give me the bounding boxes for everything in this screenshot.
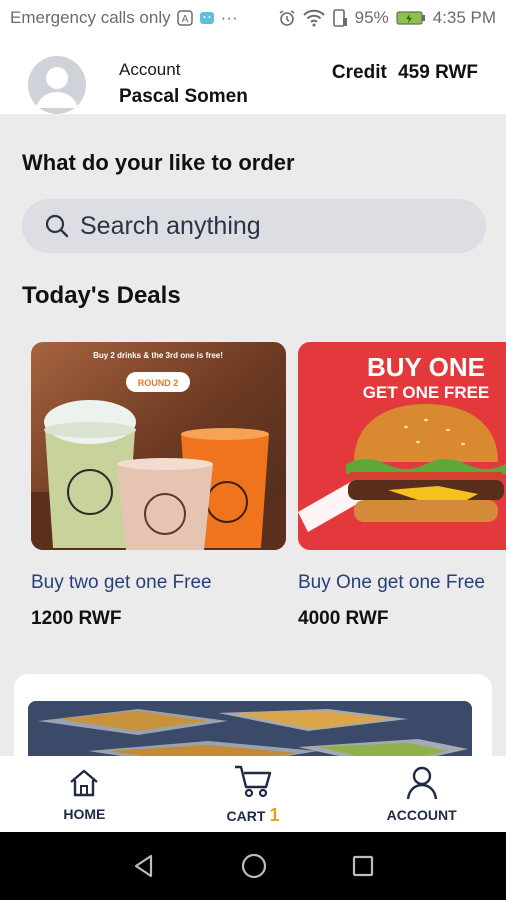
carrier-text: Emergency calls only <box>10 8 171 27</box>
notification-icon: A <box>176 10 193 26</box>
clock-time: 4:35 PM <box>432 8 496 27</box>
phone-signal-icon <box>332 9 348 27</box>
recents-icon[interactable] <box>351 854 375 878</box>
promo-banner-text: Buy 2 drinks & the 3rd one is free! <box>93 351 223 360</box>
nav-cart-label: CART <box>226 807 266 824</box>
category-card[interactable] <box>14 674 492 756</box>
main-content: What do your like to order Search anythi… <box>0 114 506 756</box>
more-icon: ··· <box>220 8 238 27</box>
deal-name[interactable]: Buy two get one Free <box>31 572 286 594</box>
user-name: Pascal Somen <box>119 86 248 107</box>
account-icon <box>406 766 437 800</box>
nav-home[interactable]: HOME <box>0 756 169 832</box>
nav-cart[interactable]: CART 1 <box>169 756 338 832</box>
nav-home-label: HOME <box>63 806 106 822</box>
buffet-image <box>28 701 472 756</box>
home-icon <box>70 769 99 797</box>
wifi-icon <box>302 9 325 27</box>
deal-price: 4000 RWF <box>298 608 389 629</box>
avatar[interactable] <box>28 56 86 114</box>
deal-card[interactable]: Buy 2 drinks & the 3rd one is free! ROUN… <box>31 342 286 630</box>
alarm-icon <box>278 9 296 27</box>
search-input[interactable]: Search anything <box>22 199 486 253</box>
deals-title: Today's Deals <box>22 282 181 309</box>
deal-card[interactable]: BUY ONE GET ONE FREE Buy One get one Fre… <box>298 342 506 630</box>
credit-amount: 459 RWF <box>398 62 478 83</box>
promo-badge: ROUND 2 <box>138 378 179 388</box>
credit-balance: Credit 459 RWF <box>332 62 478 84</box>
search-icon <box>45 214 69 238</box>
order-question: What do your like to order <box>22 150 295 175</box>
nav-account[interactable]: ACCOUNT <box>337 756 506 832</box>
battery-percent: 95% <box>354 8 389 27</box>
system-nav-bar <box>0 832 506 900</box>
bottom-nav: HOME CART 1 ACCOUNT <box>0 756 506 832</box>
back-icon[interactable] <box>131 853 157 879</box>
nav-account-label: ACCOUNT <box>386 807 457 823</box>
deal-image: BUY ONE GET ONE FREE <box>298 342 506 550</box>
deal-price: 1200 RWF <box>31 608 122 629</box>
promo-banner-line1: BUY ONE <box>367 352 485 382</box>
svg-text:A: A <box>181 14 188 25</box>
account-label: Account <box>119 60 181 79</box>
home-circle-icon[interactable] <box>240 852 268 880</box>
search-placeholder: Search anything <box>80 211 261 240</box>
promo-banner-line2: GET ONE FREE <box>363 383 490 402</box>
credit-label: Credit <box>331 62 387 83</box>
account-header: Account Pascal Somen Credit 459 RWF <box>0 36 506 114</box>
app-notification-icon <box>199 10 215 26</box>
cart-icon <box>235 765 272 797</box>
user-avatar-icon <box>36 67 78 108</box>
deal-image: Buy 2 drinks & the 3rd one is free! ROUN… <box>31 342 286 550</box>
status-bar: Emergency calls only A ··· 95% 4:35 PM <box>0 0 506 36</box>
deal-name[interactable]: Buy One get one Free <box>298 572 506 594</box>
battery-icon <box>396 10 426 26</box>
cart-count-badge: 1 <box>269 804 280 825</box>
